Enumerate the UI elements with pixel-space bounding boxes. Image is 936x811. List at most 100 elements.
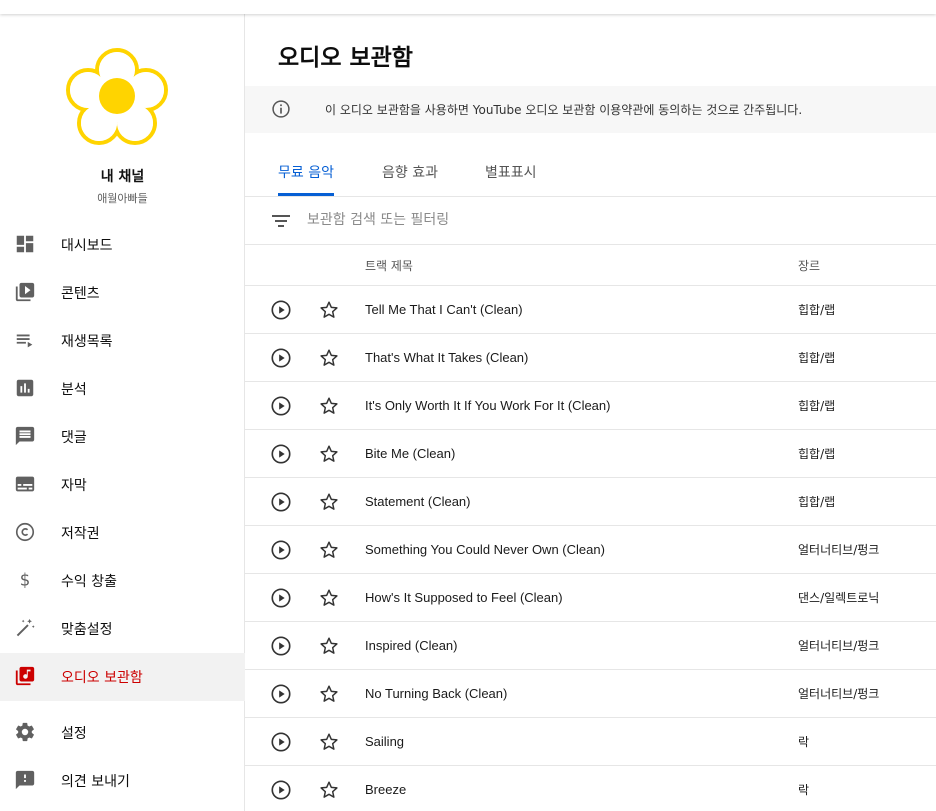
table-row[interactable]: Tell Me That I Can't (Clean) 힙합/랩	[245, 286, 936, 334]
track-genre: 힙합/랩	[798, 399, 836, 413]
dollar-icon: $	[20, 571, 31, 590]
play-icon[interactable]	[270, 683, 292, 705]
tab-starred[interactable]: 별표표시	[485, 162, 537, 196]
table-row[interactable]: Breeze 락	[245, 766, 936, 811]
track-title: Bite Me (Clean)	[365, 446, 456, 461]
track-title: That's What It Takes (Clean)	[365, 350, 529, 365]
track-title: Something You Could Never Own (Clean)	[365, 542, 605, 557]
channel-title: 내 채널	[100, 169, 145, 185]
channel-avatar[interactable]	[64, 46, 170, 146]
audio-library-icon	[15, 666, 35, 686]
track-title: No Turning Back (Clean)	[365, 686, 508, 701]
play-icon[interactable]	[270, 779, 292, 801]
star-icon[interactable]	[318, 299, 340, 321]
page-title: 오디오 보관함	[278, 45, 413, 71]
sidebar-item-monetization[interactable]: $ 수익 창출	[0, 557, 245, 605]
channel-name: 애월아빠들	[97, 192, 148, 205]
sidebar-item-label: 자막	[61, 478, 87, 494]
track-genre: 힙합/랩	[798, 495, 836, 509]
track-genre: 댄스/일렉트로닉	[798, 591, 880, 605]
table-row[interactable]: That's What It Takes (Clean) 힙합/랩	[245, 334, 936, 382]
table-row[interactable]: It's Only Worth It If You Work For It (C…	[245, 382, 936, 430]
star-icon[interactable]	[318, 635, 340, 657]
star-icon[interactable]	[318, 491, 340, 513]
dashboard-icon	[16, 235, 34, 253]
column-header-genre[interactable]: 장르	[798, 257, 820, 274]
track-genre: 힙합/랩	[798, 303, 836, 317]
sidebar-item-playlists[interactable]: 재생목록	[0, 317, 245, 365]
sidebar-item-settings[interactable]: 설정	[0, 709, 245, 757]
play-icon[interactable]	[270, 299, 292, 321]
star-icon[interactable]	[318, 395, 340, 417]
star-icon[interactable]	[318, 683, 340, 705]
sidebar-item-label: 설정	[61, 726, 87, 742]
tab-sound-effects[interactable]: 음향 효과	[382, 162, 438, 196]
sidebar-item-label: 의견 보내기	[61, 774, 130, 790]
play-icon[interactable]	[270, 539, 292, 561]
play-icon[interactable]	[270, 731, 292, 753]
analytics-icon	[16, 379, 34, 397]
sidebar-item-audio-library[interactable]: 오디오 보관함	[0, 653, 245, 701]
track-genre: 얼터너티브/펑크	[798, 543, 880, 557]
table-header: 트랙 제목 장르	[245, 245, 936, 286]
nav-divider	[0, 701, 245, 709]
column-header-title[interactable]: 트랙 제목	[365, 257, 413, 274]
sidebar-item-content[interactable]: 콘텐츠	[0, 269, 245, 317]
track-genre: 얼터너티브/펑크	[798, 687, 880, 701]
sidebar-item-comments[interactable]: 댓글	[0, 413, 245, 461]
sidebar-item-label: 맞춤설정	[61, 622, 113, 638]
star-icon[interactable]	[318, 539, 340, 561]
track-title: How's It Supposed to Feel (Clean)	[365, 590, 563, 605]
track-genre: 얼터너티브/펑크	[798, 639, 880, 653]
play-icon[interactable]	[270, 587, 292, 609]
track-title: Sailing	[365, 734, 405, 749]
track-title: Inspired (Clean)	[365, 638, 458, 653]
table-row[interactable]: Bite Me (Clean) 힙합/랩	[245, 430, 936, 478]
tab-free-music[interactable]: 무료 음악	[278, 162, 334, 196]
star-icon[interactable]	[318, 587, 340, 609]
table-row[interactable]: Inspired (Clean) 얼터너티브/펑크	[245, 622, 936, 670]
play-icon[interactable]	[270, 395, 292, 417]
sidebar-item-label: 분석	[61, 382, 87, 398]
sidebar-item-feedback[interactable]: 의견 보내기	[0, 757, 245, 805]
track-title: Tell Me That I Can't (Clean)	[365, 302, 523, 317]
sidebar-item-dashboard[interactable]: 대시보드	[0, 221, 245, 269]
table-row[interactable]: No Turning Back (Clean) 얼터너티브/펑크	[245, 670, 936, 718]
table-row[interactable]: How's It Supposed to Feel (Clean) 댄스/일렉트로…	[245, 574, 936, 622]
sidebar-item-label: 저작권	[61, 526, 100, 542]
sidebar-item-label: 수익 창출	[61, 574, 117, 590]
sidebar-item-subtitles[interactable]: 자막	[0, 461, 245, 509]
video-library-icon	[15, 282, 35, 302]
star-icon[interactable]	[318, 347, 340, 369]
track-list: Tell Me That I Can't (Clean) 힙합/랩 That's W…	[245, 286, 936, 811]
sidebar-nav: 대시보드 콘텐츠 재생목록 분석 댓글 자막 저작권 $ 수익 창출 맞춤설정 …	[0, 221, 245, 805]
sidebar-item-analytics[interactable]: 분석	[0, 365, 245, 413]
table-row[interactable]: Something You Could Never Own (Clean) 얼터너…	[245, 526, 936, 574]
table-row[interactable]: Statement (Clean) 힙합/랩	[245, 478, 936, 526]
top-bar	[0, 0, 936, 14]
play-icon[interactable]	[270, 443, 292, 465]
play-icon[interactable]	[270, 491, 292, 513]
sidebar: 내 채널 애월아빠들 대시보드 콘텐츠 재생목록 분석 댓글 자막 저작권 $ …	[0, 14, 245, 811]
sidebar-item-label: 재생목록	[61, 334, 113, 350]
gear-icon	[16, 722, 34, 742]
table-row[interactable]: Sailing 락	[245, 718, 936, 766]
track-genre: 힙합/랩	[798, 351, 836, 365]
tab-bar: 무료 음악 음향 효과 별표표시	[245, 154, 936, 197]
sidebar-item-label: 댓글	[61, 430, 87, 446]
filter-input[interactable]	[307, 209, 807, 231]
info-icon	[272, 100, 290, 118]
play-icon[interactable]	[270, 635, 292, 657]
star-icon[interactable]	[318, 731, 340, 753]
track-title: It's Only Worth It If You Work For It (C…	[365, 398, 611, 413]
sidebar-item-copyright[interactable]: 저작권	[0, 509, 245, 557]
track-title: Breeze	[365, 782, 407, 797]
notice-banner: 이 오디오 보관함을 사용하면 YouTube 오디오 보관함 이용약관에 동의…	[245, 86, 936, 133]
filter-icon[interactable]	[271, 212, 291, 230]
play-icon[interactable]	[270, 347, 292, 369]
star-icon[interactable]	[318, 779, 340, 801]
filter-bar	[245, 197, 936, 245]
notice-text: 이 오디오 보관함을 사용하면 YouTube 오디오 보관함 이용약관에 동의…	[325, 103, 803, 117]
star-icon[interactable]	[318, 443, 340, 465]
sidebar-item-customization[interactable]: 맞춤설정	[0, 605, 245, 653]
